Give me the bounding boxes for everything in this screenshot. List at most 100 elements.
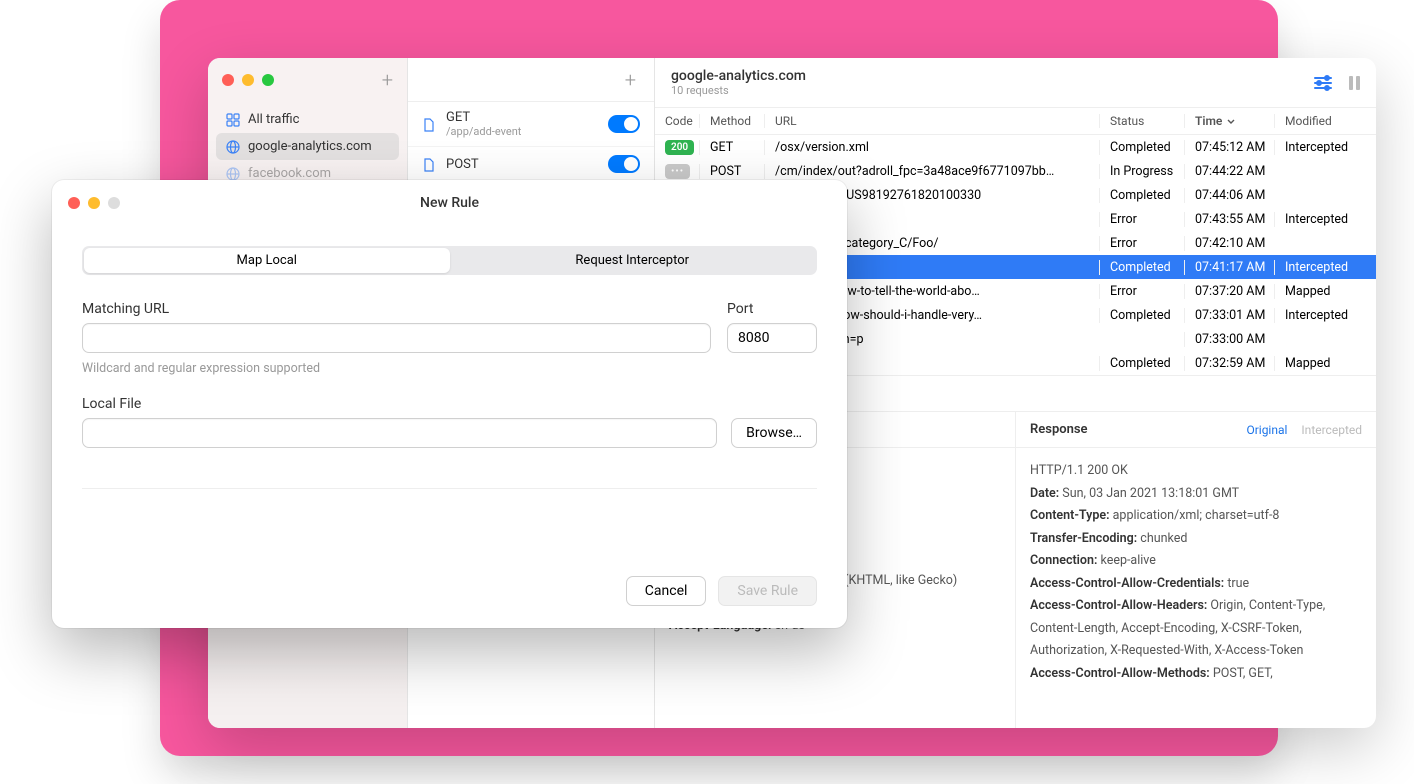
filter-icon[interactable] [1313,74,1333,92]
request-toggle[interactable] [608,155,640,173]
column-status[interactable]: Status [1099,114,1184,128]
response-panel: Response Original Intercepted HTTP/1.1 2… [1015,412,1376,728]
header-value: application/xml; charset=utf-8 [1113,508,1280,523]
response-header: Content-Type: application/xml; charset=u… [1030,505,1362,528]
cell-time: 07:33:00 AM [1184,332,1274,347]
chevron-down-icon [1226,116,1236,126]
tab-request-interceptor[interactable]: Request Interceptor [450,248,816,273]
column-time[interactable]: Time [1184,114,1274,128]
requests-header: + [408,58,654,102]
cell-status: Completed [1099,308,1184,323]
column-code[interactable]: Code [655,114,699,128]
response-header: Date: Sun, 03 Jan 2021 13:18:01 GMT [1030,483,1362,506]
request-item[interactable]: POST [408,147,654,182]
cell-time: 07:44:22 AM [1184,164,1274,179]
tab-intercepted[interactable]: Intercepted [1301,423,1362,437]
close-window-button[interactable] [222,74,234,86]
cell-modified: Intercepted [1274,260,1376,275]
response-panel-title: Response [1030,422,1088,437]
local-file-label: Local File [82,396,817,412]
close-modal-button[interactable] [68,197,80,209]
cell-time: 07:41:17 AM [1184,260,1274,275]
response-panel-header: Response Original Intercepted [1016,412,1376,448]
header-value: POST, GET, [1213,666,1273,681]
header-key: Date: [1030,486,1059,501]
cell-status: Error [1099,212,1184,227]
minimize-modal-button[interactable] [88,197,100,209]
sidebar-item-label: All traffic [248,112,299,127]
cell-time: 07:37:20 AM [1184,284,1274,299]
cell-time: 07:33:01 AM [1184,308,1274,323]
header-value: keep-alive [1100,553,1155,568]
sidebar-item-label: facebook.com [248,166,331,181]
header-key: Connection: [1030,553,1097,568]
pause-icon[interactable] [1349,76,1360,90]
traffic-lights [222,74,274,86]
sidebar-item-google-analytics[interactable]: google-analytics.com [216,133,399,160]
cancel-button[interactable]: Cancel [626,576,707,606]
cell-modified: Intercepted [1274,140,1376,155]
cell-modified: Mapped [1274,356,1376,371]
matching-url-input[interactable] [82,323,711,353]
rule-type-segmented: Map Local Request Interceptor [82,246,817,275]
maximize-modal-button [108,197,120,209]
cell-status: Completed [1099,188,1184,203]
modal-body: Map Local Request Interceptor Matching U… [52,226,847,562]
wildcard-hint: Wildcard and regular expression supporte… [82,361,711,376]
maximize-window-button[interactable] [262,74,274,86]
modal-footer: Cancel Save Rule [52,562,847,628]
cell-status: Completed [1099,140,1184,155]
cell-modified: Intercepted [1274,308,1376,323]
save-rule-button[interactable]: Save Rule [718,576,817,606]
tab-map-local[interactable]: Map Local [84,248,450,273]
modal-traffic-lights [68,197,120,209]
header-key: Access-Control-Allow-Methods: [1030,666,1210,681]
response-header: Transfer-Encoding: chunked [1030,528,1362,551]
status-badge: ••• [665,164,690,179]
divider [82,488,817,489]
globe-icon [226,167,240,181]
content-header: google-analytics.com 10 requests [655,58,1376,108]
document-icon [422,117,436,131]
add-request-button[interactable]: + [625,68,636,92]
column-modified[interactable]: Modified [1274,114,1376,128]
request-toggle[interactable] [608,115,640,133]
cell-modified: Mapped [1274,284,1376,299]
port-input[interactable] [727,323,817,353]
response-header: Access-Control-Allow-Methods: POST, GET, [1030,663,1362,686]
cell-status: Completed [1099,260,1184,275]
column-url[interactable]: URL [764,114,1099,128]
browse-button[interactable]: Browse… [731,418,817,448]
table-header: Code Method URL Status Time Modified [655,108,1376,135]
cell-time: 07:32:59 AM [1184,356,1274,371]
port-label: Port [727,301,817,317]
document-icon [422,157,436,171]
request-item[interactable]: GET /app/add-event [408,102,654,147]
cell-status: Error [1099,236,1184,251]
content-subtitle: 10 requests [671,84,806,97]
cell-status: In Progress [1099,164,1184,179]
table-row[interactable]: 200GET/osx/version.xmlCompleted07:45:12 … [655,135,1376,159]
globe-icon [226,140,240,154]
minimize-window-button[interactable] [242,74,254,86]
request-method: GET [446,110,598,125]
header-key: Content-Type: [1030,508,1110,523]
header-value: Sun, 03 Jan 2021 13:18:01 GMT [1062,486,1239,501]
sidebar-item-all-traffic[interactable]: All traffic [216,106,399,133]
cell-url: /cm/index/out?adroll_fpc=3a48ace9f677109… [764,164,1099,179]
sidebar-list: All traffic google-analytics.com faceboo… [208,102,407,191]
column-method[interactable]: Method [699,114,764,128]
content-title: google-analytics.com [671,68,806,84]
local-file-input[interactable] [82,418,717,448]
cell-status: Completed [1099,356,1184,371]
tab-original[interactable]: Original [1246,423,1287,437]
add-source-button[interactable]: + [382,68,393,92]
response-header: Access-Control-Allow-Headers: Origin, Co… [1030,595,1362,663]
request-path: /app/add-event [446,125,598,138]
cell-time: 07:45:12 AM [1184,140,1274,155]
cell-time: 07:42:10 AM [1184,236,1274,251]
request-body: GET /app/add-event [446,110,598,138]
modal-titlebar: New Rule [52,180,847,226]
response-header: Connection: keep-alive [1030,550,1362,573]
status-badge: 200 [665,140,694,155]
